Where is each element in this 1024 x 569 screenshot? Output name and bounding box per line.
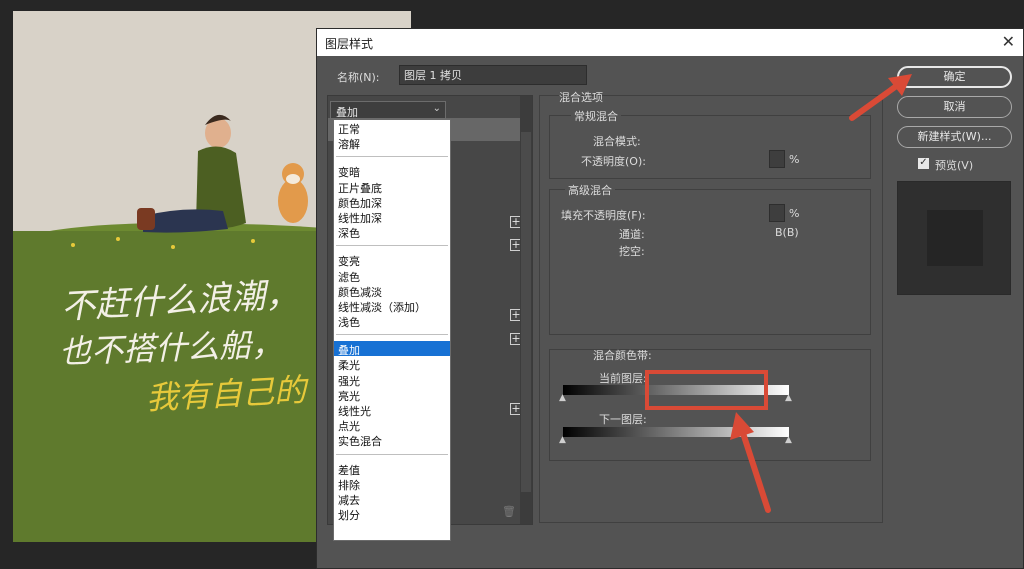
blend-mode-option[interactable]: 强光	[334, 372, 450, 388]
blend-mode-option[interactable]: 划分	[334, 506, 450, 522]
blend-mode-option[interactable]: 叠加	[334, 341, 450, 357]
dropdown-separator	[336, 453, 448, 455]
opacity-label: 不透明度(O):	[581, 155, 646, 168]
channels-label: 通道:	[619, 228, 645, 241]
close-icon[interactable]: ✕	[1002, 32, 1015, 51]
blend-mode-option[interactable]: 线性光	[334, 402, 450, 418]
blend-mode-option[interactable]: 减去	[334, 491, 450, 507]
canvas-text-line-2: 也不搭什么船，	[58, 325, 284, 371]
channel-b-checkbox[interactable]: B(B)	[775, 226, 799, 239]
this-layer-label: 当前图层:	[599, 372, 647, 385]
this-layer-white-slider[interactable]: ▲	[785, 393, 792, 403]
underlying-layer-label: 下一图层:	[599, 413, 647, 426]
blend-mode-option[interactable]: 排除	[334, 476, 450, 492]
annotation-highlight-box	[645, 370, 768, 410]
fill-opacity-percent: %	[789, 207, 800, 220]
advanced-blend-title: 高级混合	[565, 182, 615, 198]
name-label: 名称(N):	[337, 71, 380, 84]
blend-mode-option[interactable]: 颜色减淡	[334, 283, 450, 299]
underlying-white-slider[interactable]: ▲	[785, 435, 792, 445]
canvas-text-line-3: 我有自己的	[145, 370, 308, 418]
blend-mode-option[interactable]: 溶解	[334, 135, 450, 151]
new-style-button[interactable]: 新建样式(W)...	[897, 126, 1012, 148]
blend-if-label: 混合颜色带:	[593, 349, 652, 362]
blend-mode-option[interactable]: 差值	[334, 461, 450, 477]
fill-opacity-label: 填充不透明度(F):	[561, 209, 646, 222]
blend-mode-option[interactable]: 亮光	[334, 387, 450, 403]
fill-opacity-input[interactable]	[769, 204, 785, 222]
dropdown-separator	[336, 334, 448, 336]
blend-section-title: 混合选项	[559, 91, 603, 104]
blend-mode-select[interactable]: 叠加 ⌄	[330, 101, 446, 119]
blend-mode-option[interactable]: 颜色加深	[334, 194, 450, 210]
scrollbar-thumb[interactable]	[521, 132, 531, 492]
blend-mode-option[interactable]: 点光	[334, 417, 450, 433]
dialog-titlebar[interactable]: 图层样式 ✕	[317, 29, 1023, 56]
dropdown-separator	[336, 156, 448, 158]
blend-mode-option[interactable]: 柔光	[334, 356, 450, 372]
blend-mode-option[interactable]: 实色混合	[334, 432, 450, 448]
preview-swatch	[927, 210, 983, 266]
knockout-label: 挖空:	[619, 245, 645, 258]
chevron-down-icon: ⌄	[432, 103, 441, 114]
underlying-black-slider[interactable]: ▲	[559, 435, 566, 445]
ok-button[interactable]: 确定	[897, 66, 1012, 88]
blend-mode-option[interactable]: 正片叠底	[334, 179, 450, 195]
cancel-button[interactable]: 取消	[897, 96, 1012, 118]
blend-mode-dropdown: 正常 溶解变暗 正片叠底 颜色加深 线性加深 深色变亮 滤色 颜色减淡 线性减淡（添加） 浅色叠加…	[333, 119, 451, 541]
blend-mode-label: 混合模式:	[593, 135, 641, 148]
blend-mode-option[interactable]: 线性减淡（添加）	[334, 298, 450, 314]
blend-mode-option[interactable]: 正常	[334, 120, 450, 136]
blend-mode-option[interactable]: 滤色	[334, 268, 450, 284]
trash-icon[interactable]: 🗑	[502, 505, 516, 518]
blend-mode-value: 叠加	[336, 106, 358, 119]
this-layer-black-slider[interactable]: ▲	[559, 393, 566, 403]
opacity-input[interactable]	[769, 150, 785, 168]
blend-mode-option[interactable]: 浅色	[334, 313, 450, 329]
preview-checkbox[interactable]: ✓	[918, 158, 929, 169]
name-input[interactable]	[399, 65, 587, 85]
opacity-percent: %	[789, 153, 800, 166]
blend-mode-option[interactable]: 线性加深	[334, 209, 450, 225]
blend-mode-option[interactable]: 变暗	[334, 163, 450, 179]
blend-mode-option[interactable]: 变亮	[334, 252, 450, 268]
styles-scrollbar[interactable]	[520, 96, 532, 524]
normal-blend-title: 常规混合	[571, 108, 621, 124]
preview-label: 预览(V)	[935, 159, 974, 172]
blend-mode-option[interactable]: 深色	[334, 224, 450, 240]
dropdown-separator	[336, 245, 448, 247]
style-preview	[897, 181, 1011, 295]
underlying-layer-gradient[interactable]	[563, 427, 789, 437]
dialog-title: 图层样式	[325, 37, 374, 51]
